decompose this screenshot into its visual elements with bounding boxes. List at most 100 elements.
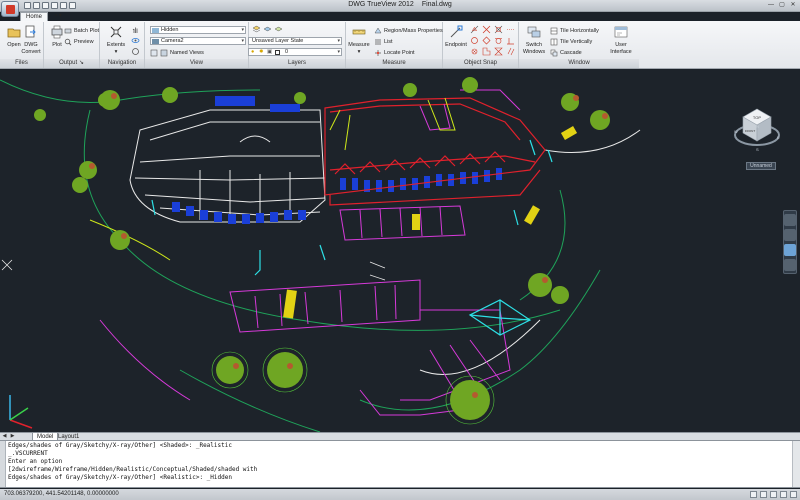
panel-label-navigation: Navigation (100, 59, 144, 68)
chevron-down-icon: ▾ (337, 49, 340, 55)
first-tab-icon[interactable]: ◀ (1, 433, 8, 440)
cascade-button[interactable]: Cascade (550, 48, 582, 57)
panel-measure: Measure ▾ Region/Mass Properties List Lo… (346, 22, 443, 68)
nearest-snap-icon[interactable] (494, 47, 503, 56)
command-history-line: _.VSCURRENT (8, 450, 48, 457)
orbit-icon[interactable] (131, 36, 140, 45)
minimize-button[interactable]: — (766, 1, 776, 10)
compass-north-label: N (756, 124, 759, 129)
panel-output: Plot Batch Plot Preview Output ↘ (44, 22, 100, 68)
visual-style-dropdown[interactable]: Hidden ▾ (150, 26, 246, 34)
pan-icon[interactable] (784, 229, 796, 241)
panel-files: Open DWG Convert Files (0, 22, 44, 68)
view-icon (160, 49, 168, 56)
preview-button[interactable]: Preview (64, 37, 94, 46)
dwg-convert-button[interactable]: DWG Convert (18, 25, 44, 57)
building-outline (129, 109, 326, 223)
endpoint-snap-icon (450, 25, 463, 38)
midpoint-snap-icon[interactable] (470, 25, 479, 34)
extents-button[interactable]: Extents ▾ (103, 25, 129, 57)
layer-state-dropdown[interactable]: Unsaved Layer State ▾ (248, 37, 342, 45)
tile-horizontally-button[interactable]: Tile Horizontally (550, 26, 599, 35)
quadrant-snap-icon[interactable] (482, 36, 491, 45)
list-button[interactable]: List (374, 37, 393, 46)
output-launcher-icon[interactable]: ↘ (79, 60, 84, 66)
ribbon-tabs: Home ▪ ▾ (20, 12, 67, 21)
insertion-snap-icon[interactable] (482, 47, 491, 56)
view-dropdown[interactable]: Unnamed (746, 162, 776, 170)
window-title: DWG TrueView 2012 Final.dwg (0, 1, 800, 8)
measure-button[interactable]: Measure ▾ (347, 25, 371, 57)
sun-icon: ✹ (259, 49, 264, 55)
title-bar: DWG TrueView 2012 Final.dwg — ▢ ✕ (0, 0, 800, 12)
tangent-snap-icon[interactable] (494, 36, 503, 45)
orbit-icon[interactable] (784, 259, 796, 271)
intersection-snap-icon[interactable] (482, 25, 491, 34)
status-bar: 703.06379200, 441.54201148, 0.00000000 (0, 489, 800, 500)
current-layer-dropdown[interactable]: ● ✹ ▣ 0 ▾ (248, 48, 342, 56)
layer-previous-icon[interactable] (263, 25, 272, 34)
viewcube-front-label: FRONT (745, 129, 755, 133)
window-controls: — ▢ ✕ (766, 1, 798, 10)
tab-options-dropdown[interactable]: ▪ ▾ (50, 12, 67, 21)
visual-style-swatch-icon (152, 28, 159, 33)
workspace-switching-icon[interactable] (780, 491, 787, 498)
file-name: Final.dwg (421, 1, 452, 8)
steering-wheel-icon[interactable] (784, 214, 796, 226)
zoom-extents-icon (110, 26, 122, 38)
road-edge-line (544, 129, 641, 153)
next-tab-icon[interactable]: ▶ (9, 433, 16, 440)
viewcube[interactable]: TOP FRONT E S W N (733, 95, 781, 153)
status-tray (750, 491, 797, 498)
center-snap-icon[interactable] (470, 36, 479, 45)
tile-vertically-icon (550, 38, 558, 45)
named-views-button[interactable]: Named Views (150, 48, 204, 57)
apparent-intersection-snap-icon[interactable] (494, 25, 503, 34)
annotation-scale-icon[interactable] (770, 491, 777, 498)
layer-properties-icon[interactable] (252, 25, 261, 34)
lightbulb-icon: ● (251, 49, 255, 55)
extension-snap-icon[interactable] (506, 25, 515, 34)
ribbon: Open DWG Convert Files Plot Batch Plot P… (0, 21, 800, 69)
layout-tabs-bar: ◀ ▶ Model Layout1 (0, 432, 800, 441)
tile-vertically-button[interactable]: Tile Vertically (550, 37, 592, 46)
region-mass-properties-button[interactable]: Region/Mass Properties (374, 26, 443, 35)
command-line-scrollbar[interactable] (792, 441, 800, 487)
tab-home[interactable]: Home (20, 12, 49, 21)
node-snap-icon[interactable] (470, 47, 479, 56)
camera-icon (152, 39, 159, 44)
command-line-grip[interactable] (0, 441, 6, 487)
drawing-viewport[interactable]: Unnamed TOP FRONT E S W N (0, 70, 800, 432)
batch-plot-button[interactable]: Batch Plot (64, 26, 99, 35)
panel-navigation: Extents ▾ Navigation (100, 22, 145, 68)
hardscape-outline (99, 89, 521, 416)
switch-windows-button[interactable]: Switch Windows (520, 25, 548, 57)
perpendicular-snap-icon[interactable] (506, 36, 515, 45)
locate-point-button[interactable]: Locate Point (374, 48, 415, 57)
maximize-button[interactable]: ▢ (777, 1, 787, 10)
close-button[interactable]: ✕ (788, 1, 798, 10)
model-space-icon[interactable] (750, 491, 757, 498)
steering-wheel-icon[interactable] (131, 47, 140, 56)
named-view-dropdown[interactable]: Camera2 ▾ (150, 37, 246, 45)
command-line-window[interactable]: Edges/shades of Gray/Sketchy/X-ray/Other… (0, 440, 800, 488)
quick-view-layouts-icon[interactable] (760, 491, 767, 498)
parallel-snap-icon[interactable] (506, 47, 515, 56)
panel-label-object-snap: Object Snap (443, 59, 518, 68)
application-menu-button[interactable] (1, 1, 19, 17)
light-poles (151, 139, 553, 336)
command-history-line: [2dwireframe/Wireframe/Hidden/Realistic/… (8, 466, 258, 473)
command-history-line: Edges/shades of Gray/Sketchy/X-ray/Other… (8, 474, 232, 481)
app-title: DWG TrueView 2012 (348, 1, 414, 8)
endpoint-snap-button[interactable]: Endpoint (444, 25, 468, 57)
clean-screen-icon[interactable] (790, 491, 797, 498)
plotter-icon (51, 25, 63, 39)
layer-state-icon[interactable] (274, 25, 283, 34)
zoom-icon[interactable] (784, 244, 796, 256)
section-markers (1, 259, 386, 281)
user-interface-button[interactable]: User Interface (606, 25, 636, 57)
cad-drawing[interactable] (0, 70, 800, 432)
panel-label-output: Output ↘ (44, 59, 99, 68)
locate-point-icon (375, 49, 381, 56)
pan-icon[interactable] (131, 25, 140, 34)
